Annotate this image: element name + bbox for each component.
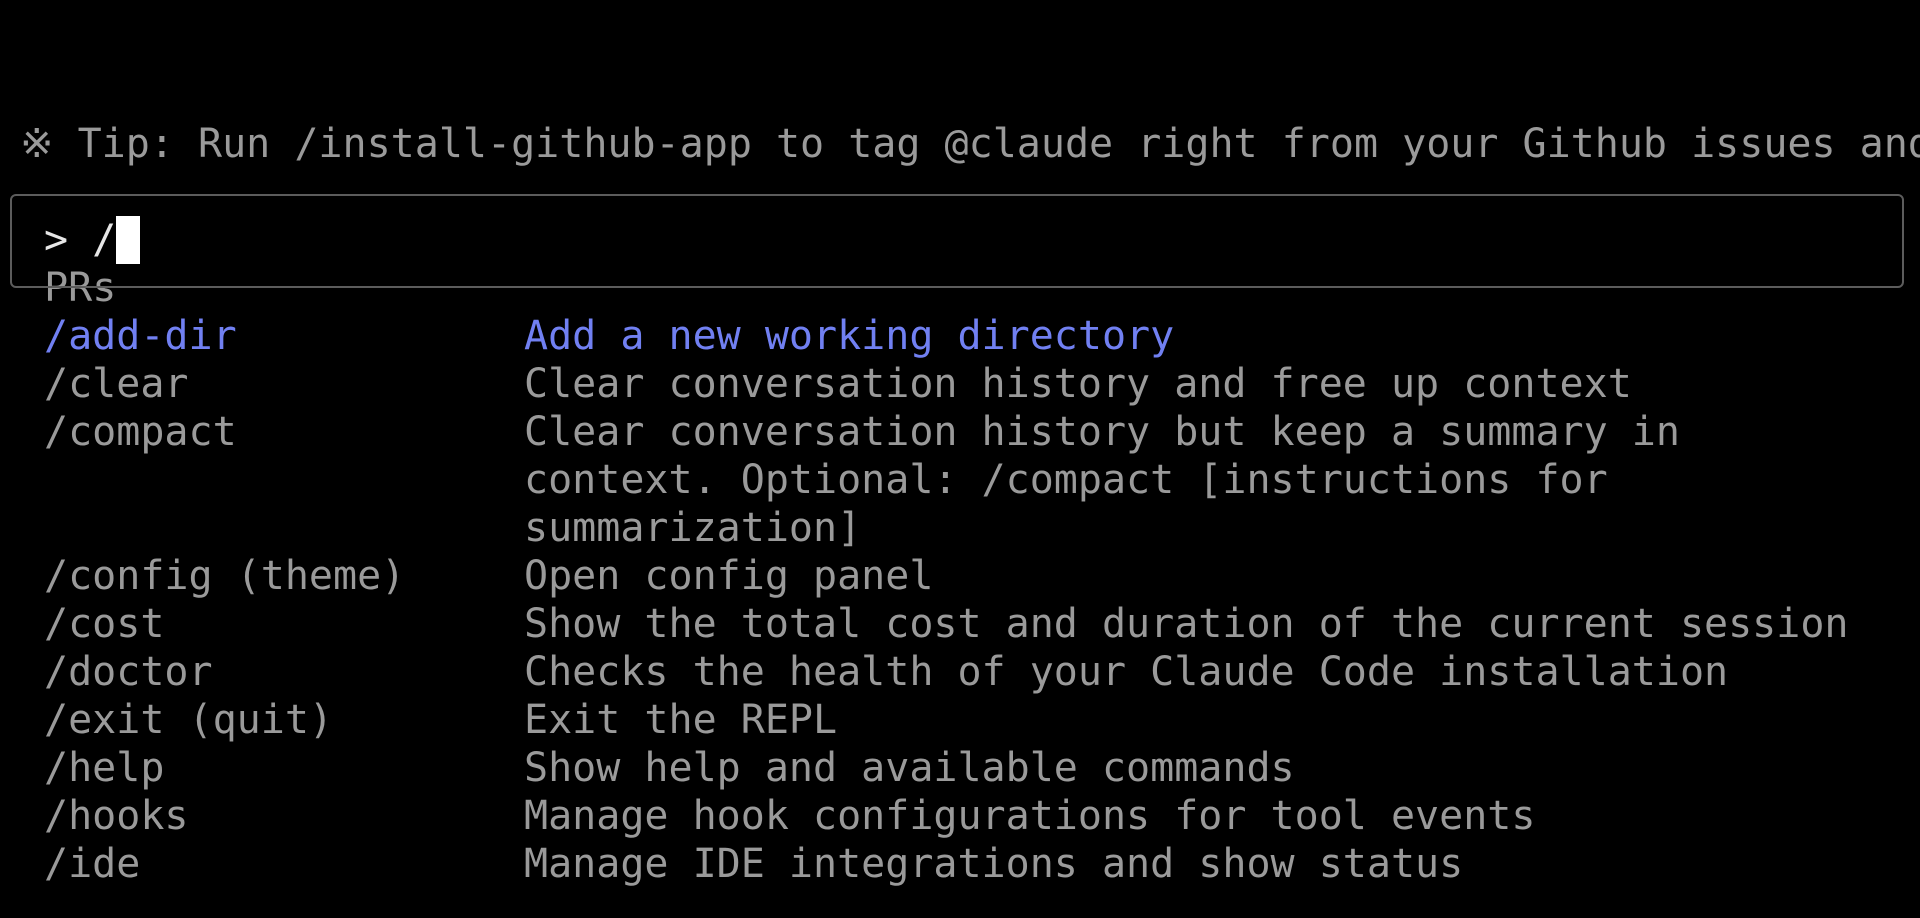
prompt-text: > / [44,217,117,263]
command-description: Manage IDE integrations and show status [524,840,1463,888]
command-item-clear[interactable]: /clear Clear conversation history and fre… [44,360,1904,408]
command-description: Open config panel [524,552,933,600]
command-item-cost[interactable]: /cost Show the total cost and duration of… [44,600,1904,648]
command-description-line: context. Optional: /compact [instruction… [524,457,1608,503]
command-name: /help [44,745,165,791]
command-description-line: summarization] [524,505,862,551]
command-description-line: Clear conversation history but keep a su… [524,409,1680,455]
text-cursor [116,216,141,264]
command-name: /clear [44,361,189,407]
command-description: Add a new working directory [524,312,1174,360]
command-item-hooks[interactable]: /hooks Manage hook configurations for too… [44,792,1904,840]
command-description-line: Show help and available commands [524,745,1295,791]
command-name: /compact [44,409,237,455]
command-name: /exit (quit) [44,697,333,743]
tip-message: ※ Tip: Run /install-github-app to tag @c… [20,24,1920,360]
command-description-line: Manage IDE integrations and show status [524,841,1464,887]
command-description: Show the total cost and duration of the … [524,600,1849,648]
command-name: /cost [44,601,165,647]
command-description: Checks the health of your Claude Code in… [524,648,1728,696]
command-item-exit[interactable]: /exit (quit) Exit the REPL [44,696,1904,744]
command-name: /ide [44,841,141,887]
command-item-config[interactable]: /config (theme) Open config panel [44,552,1904,600]
prompt-line[interactable]: > / [44,216,141,264]
command-item-help[interactable]: /help Show help and available commands [44,744,1904,792]
command-description: Manage hook configurations for tool even… [524,792,1535,840]
command-description: Clear conversation history but keep a su… [524,408,1680,552]
prompt-input-box[interactable]: > / [10,194,1904,288]
command-description-line: Manage hook configurations for tool even… [524,793,1536,839]
command-item-compact[interactable]: /compact Clear conversation history but k… [44,408,1904,552]
command-description: Show help and available commands [524,744,1295,792]
command-item-add-dir[interactable]: /add-dir Add a new working directory [44,312,1904,360]
command-name: /doctor [44,649,213,695]
command-description-line: Checks the health of your Claude Code in… [524,649,1729,695]
command-description-line: Open config panel [524,553,934,599]
command-description-line: Exit the REPL [524,697,838,743]
command-suggestion-list: /add-dir Add a new working directory/clea… [44,312,1904,888]
command-description: Exit the REPL [524,696,837,744]
command-description-line: Add a new working directory [524,313,1175,359]
command-name: /add-dir [44,313,237,359]
tip-line-1: ※ Tip: Run /install-github-app to tag @c… [20,121,1920,167]
command-name: /config (theme) [44,553,406,599]
command-item-doctor[interactable]: /doctor Checks the health of your Claude … [44,648,1904,696]
command-description: Clear conversation history and free up c… [524,360,1632,408]
command-description-line: Clear conversation history and free up c… [524,361,1632,407]
command-item-ide[interactable]: /ide Manage IDE integrations and show sta… [44,840,1904,888]
command-name: /hooks [44,793,189,839]
command-description-line: Show the total cost and duration of the … [524,601,1849,647]
